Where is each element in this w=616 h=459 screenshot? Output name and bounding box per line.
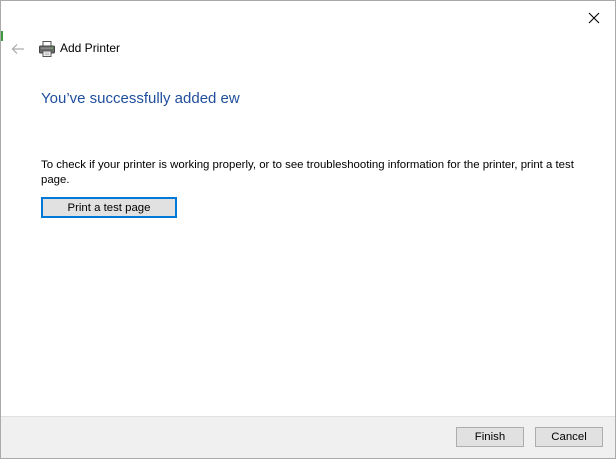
- success-heading: You’ve successfully added ew: [41, 90, 240, 107]
- wizard-footer: Finish Cancel: [1, 416, 615, 458]
- close-button[interactable]: [581, 7, 607, 29]
- printer-icon: [38, 40, 56, 58]
- add-printer-dialog: Add Printer You’ve successfully added ew…: [0, 0, 616, 459]
- finish-button[interactable]: Finish: [456, 427, 524, 447]
- wizard-title: Add Printer: [60, 41, 121, 55]
- print-test-page-button[interactable]: Print a test page: [41, 197, 177, 218]
- close-icon: [588, 12, 600, 24]
- test-page-description: To check if your printer is working prop…: [41, 159, 574, 186]
- wizard-header: Add Printer: [1, 37, 615, 61]
- back-arrow-icon: [11, 44, 24, 54]
- back-button[interactable]: [9, 40, 27, 58]
- cancel-button[interactable]: Cancel: [535, 427, 603, 447]
